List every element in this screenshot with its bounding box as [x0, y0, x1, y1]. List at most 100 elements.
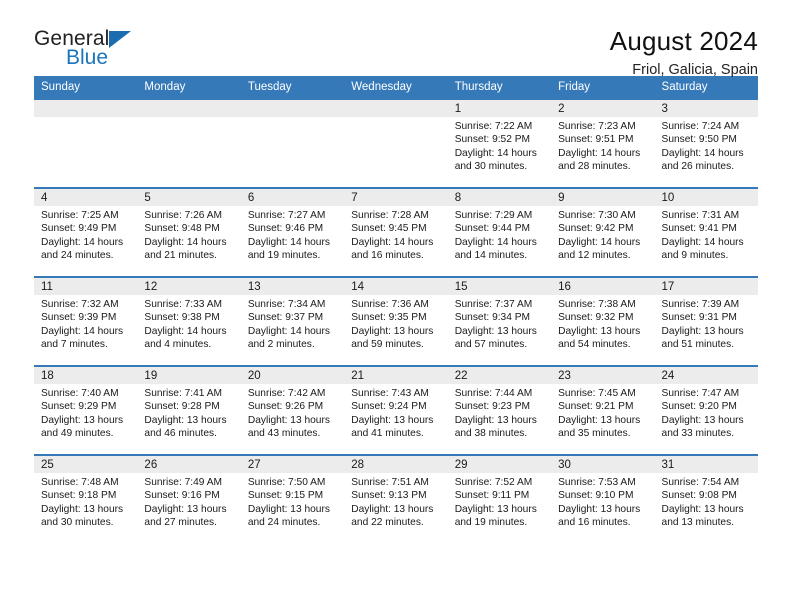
day-number: 28	[344, 456, 448, 473]
calendar-day-cell[interactable]: 30 Sunrise: 7:53 AM Sunset: 9:10 PM Dayligh…	[551, 454, 655, 543]
sunrise-text: Sunrise: 7:36 AM	[351, 299, 429, 310]
daylight-text: Daylight: 13 hours and 30 minutes.	[41, 503, 124, 529]
daylight-text: Daylight: 13 hours and 51 minutes.	[661, 325, 744, 351]
calendar-day-cell[interactable]: 3 Sunrise: 7:24 AM Sunset: 9:50 PM Daylight…	[654, 98, 758, 187]
calendar-day-cell[interactable]: 15 Sunrise: 7:37 AM Sunset: 9:34 PM Dayligh…	[447, 276, 552, 365]
cell-inner: 11 Sunrise: 7:32 AM Sunset: 9:39 PM Dayligh…	[34, 276, 138, 365]
calendar-day-cell[interactable]: 17 Sunrise: 7:39 AM Sunset: 9:31 PM Dayligh…	[654, 276, 758, 365]
daylight-text: Daylight: 13 hours and 57 minutes.	[454, 325, 537, 351]
calendar-day-cell[interactable]: 4 Sunrise: 7:25 AM Sunset: 9:49 PM Daylight…	[34, 187, 138, 276]
sunset-text: Sunset: 9:51 PM	[558, 134, 634, 146]
calendar-day-cell[interactable]: 25 Sunrise: 7:48 AM Sunset: 9:18 PM Dayligh…	[34, 454, 138, 543]
sunrise-text: Sunrise: 7:41 AM	[144, 388, 223, 399]
calendar-day-cell[interactable]: 31 Sunrise: 7:54 AM Sunset: 9:08 PM Dayligh…	[654, 454, 758, 543]
sunrise-text: Sunrise: 7:53 AM	[558, 477, 636, 488]
calendar-day-cell[interactable]: 6 Sunrise: 7:27 AM Sunset: 9:46 PM Daylight…	[240, 187, 345, 276]
sunrise-text: Sunrise: 7:48 AM	[41, 477, 119, 488]
calendar-day-cell[interactable]: 20 Sunrise: 7:42 AM Sunset: 9:26 PM Dayligh…	[240, 365, 345, 454]
sunrise-text: Sunrise: 7:24 AM	[661, 121, 740, 132]
day-details: Sunrise: 7:36 AM Sunset: 9:35 PM Daylight:…	[344, 295, 447, 352]
calendar-cell-empty	[240, 98, 345, 187]
calendar-day-cell[interactable]: 5 Sunrise: 7:26 AM Sunset: 9:48 PM Daylight…	[137, 187, 241, 276]
cell-inner: 31 Sunrise: 7:54 AM Sunset: 9:08 PM Dayligh…	[654, 454, 758, 543]
cell-inner: 5 Sunrise: 7:26 AM Sunset: 9:48 PM Daylight…	[137, 187, 241, 276]
daylight-text: Daylight: 13 hours and 43 minutes.	[247, 414, 330, 440]
sunset-text: Sunset: 9:45 PM	[351, 223, 427, 235]
cell-inner: 1 Sunrise: 7:22 AM Sunset: 9:52 PM Daylight…	[447, 98, 552, 187]
cell-inner: 12 Sunrise: 7:33 AM Sunset: 9:38 PM Dayligh…	[137, 276, 241, 365]
day-details: Sunrise: 7:53 AM Sunset: 9:10 PM Daylight:…	[551, 473, 654, 530]
sunrise-text: Sunrise: 7:23 AM	[558, 121, 636, 132]
day-number: 12	[137, 278, 241, 295]
day-number: 10	[654, 189, 758, 206]
calendar-week-row: 25 Sunrise: 7:48 AM Sunset: 9:18 PM Dayligh…	[34, 454, 758, 543]
cell-inner: 17 Sunrise: 7:39 AM Sunset: 9:31 PM Dayligh…	[654, 276, 758, 365]
cell-inner: 26 Sunrise: 7:49 AM Sunset: 9:16 PM Dayligh…	[137, 454, 241, 543]
cell-inner: 7 Sunrise: 7:28 AM Sunset: 9:45 PM Daylight…	[344, 187, 448, 276]
cell-inner: 29 Sunrise: 7:52 AM Sunset: 9:11 PM Dayligh…	[447, 454, 552, 543]
day-details: Sunrise: 7:48 AM Sunset: 9:18 PM Daylight:…	[34, 473, 137, 530]
calendar-day-cell[interactable]: 11 Sunrise: 7:32 AM Sunset: 9:39 PM Dayligh…	[34, 276, 138, 365]
calendar-day-cell[interactable]: 8 Sunrise: 7:29 AM Sunset: 9:44 PM Daylight…	[447, 187, 552, 276]
calendar-week-row: 18 Sunrise: 7:40 AM Sunset: 9:29 PM Dayligh…	[34, 365, 758, 454]
calendar-day-cell[interactable]: 18 Sunrise: 7:40 AM Sunset: 9:29 PM Dayligh…	[34, 365, 138, 454]
day-number: 8	[447, 189, 552, 206]
sunset-text: Sunset: 9:20 PM	[661, 401, 737, 413]
day-number: 2	[551, 100, 655, 117]
cell-inner: 4 Sunrise: 7:25 AM Sunset: 9:49 PM Daylight…	[34, 187, 138, 276]
sunset-text: Sunset: 9:41 PM	[661, 223, 737, 235]
sunset-text: Sunset: 9:46 PM	[247, 223, 324, 235]
calendar-cell-empty	[344, 98, 448, 187]
calendar-day-cell[interactable]: 12 Sunrise: 7:33 AM Sunset: 9:38 PM Dayligh…	[137, 276, 241, 365]
calendar-day-cell[interactable]: 2 Sunrise: 7:23 AM Sunset: 9:51 PM Daylight…	[551, 98, 655, 187]
calendar-day-cell[interactable]: 16 Sunrise: 7:38 AM Sunset: 9:32 PM Dayligh…	[551, 276, 655, 365]
calendar-day-cell[interactable]: 14 Sunrise: 7:36 AM Sunset: 9:35 PM Dayligh…	[344, 276, 448, 365]
calendar-day-cell[interactable]: 7 Sunrise: 7:28 AM Sunset: 9:45 PM Daylight…	[344, 187, 448, 276]
day-number: 5	[137, 189, 241, 206]
day-details: Sunrise: 7:50 AM Sunset: 9:15 PM Daylight:…	[241, 473, 344, 530]
calendar-day-cell[interactable]: 23 Sunrise: 7:45 AM Sunset: 9:21 PM Dayligh…	[551, 365, 655, 454]
daylight-text: Daylight: 14 hours and 24 minutes.	[41, 236, 124, 262]
daylight-text: Daylight: 13 hours and 38 minutes.	[454, 414, 537, 440]
weekday-header-friday: Friday	[551, 76, 655, 98]
sunset-text: Sunset: 9:26 PM	[247, 401, 324, 413]
day-details: Sunrise: 7:26 AM Sunset: 9:48 PM Daylight:…	[137, 206, 240, 263]
calendar-day-cell[interactable]: 21 Sunrise: 7:43 AM Sunset: 9:24 PM Dayligh…	[344, 365, 448, 454]
weekday-header-monday: Monday	[137, 76, 241, 98]
sunset-text: Sunset: 9:44 PM	[454, 223, 531, 235]
cell-inner: 16 Sunrise: 7:38 AM Sunset: 9:32 PM Dayligh…	[551, 276, 655, 365]
calendar-day-cell[interactable]: 10 Sunrise: 7:31 AM Sunset: 9:41 PM Dayligh…	[654, 187, 758, 276]
daylight-text: Daylight: 13 hours and 59 minutes.	[351, 325, 434, 351]
day-details: Sunrise: 7:49 AM Sunset: 9:16 PM Daylight:…	[137, 473, 240, 530]
calendar-day-cell[interactable]: 13 Sunrise: 7:34 AM Sunset: 9:37 PM Dayligh…	[240, 276, 345, 365]
daylight-text: Daylight: 14 hours and 7 minutes.	[41, 325, 124, 351]
sunrise-text: Sunrise: 7:50 AM	[247, 477, 326, 488]
day-number: 11	[34, 278, 138, 295]
day-details: Sunrise: 7:24 AM Sunset: 9:50 PM Daylight:…	[655, 117, 758, 174]
calendar-day-cell[interactable]: 9 Sunrise: 7:30 AM Sunset: 9:42 PM Daylight…	[551, 187, 655, 276]
calendar-day-cell[interactable]: 29 Sunrise: 7:52 AM Sunset: 9:11 PM Dayligh…	[447, 454, 552, 543]
calendar-day-cell[interactable]: 19 Sunrise: 7:41 AM Sunset: 9:28 PM Dayligh…	[137, 365, 241, 454]
calendar-day-cell[interactable]: 1 Sunrise: 7:22 AM Sunset: 9:52 PM Daylight…	[447, 98, 552, 187]
sunrise-text: Sunrise: 7:37 AM	[454, 299, 533, 310]
sunrise-text: Sunrise: 7:28 AM	[351, 210, 429, 221]
day-number	[34, 100, 138, 117]
sunrise-text: Sunrise: 7:25 AM	[41, 210, 119, 221]
day-number: 16	[551, 278, 655, 295]
cell-inner: 21 Sunrise: 7:43 AM Sunset: 9:24 PM Dayligh…	[344, 365, 448, 454]
day-details: Sunrise: 7:30 AM Sunset: 9:42 PM Daylight:…	[551, 206, 654, 263]
calendar-week-row: 1 Sunrise: 7:22 AM Sunset: 9:52 PM Daylight…	[34, 98, 758, 187]
calendar-day-cell[interactable]: 26 Sunrise: 7:49 AM Sunset: 9:16 PM Dayligh…	[137, 454, 241, 543]
calendar-day-cell[interactable]: 27 Sunrise: 7:50 AM Sunset: 9:15 PM Dayligh…	[240, 454, 345, 543]
day-details: Sunrise: 7:25 AM Sunset: 9:49 PM Daylight:…	[34, 206, 137, 263]
sunset-text: Sunset: 9:29 PM	[41, 401, 117, 413]
day-number	[344, 100, 448, 117]
daylight-text: Daylight: 13 hours and 41 minutes.	[351, 414, 434, 440]
page-title: August 2024	[609, 26, 758, 56]
day-details: Sunrise: 7:29 AM Sunset: 9:44 PM Daylight:…	[448, 206, 551, 263]
calendar-day-cell[interactable]: 24 Sunrise: 7:47 AM Sunset: 9:20 PM Dayligh…	[654, 365, 758, 454]
calendar-day-cell[interactable]: 22 Sunrise: 7:44 AM Sunset: 9:23 PM Dayligh…	[447, 365, 552, 454]
weekday-header-tuesday: Tuesday	[240, 76, 345, 98]
calendar-day-cell[interactable]: 28 Sunrise: 7:51 AM Sunset: 9:13 PM Dayligh…	[344, 454, 448, 543]
day-number: 29	[447, 456, 552, 473]
